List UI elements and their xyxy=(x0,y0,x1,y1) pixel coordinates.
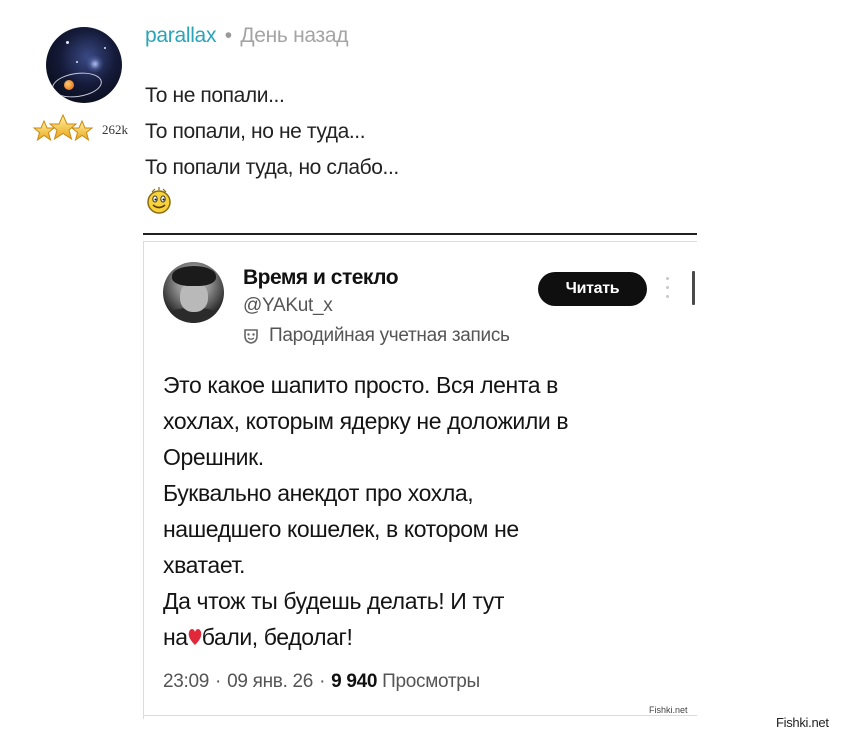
comment-line: То не попали... xyxy=(145,84,285,107)
views-label: Просмотры xyxy=(382,671,480,692)
post-date: 09 янв. 26 xyxy=(227,671,314,692)
post-meta: 23:09 · 09 янв. 26 · 9 940 Просмотры xyxy=(163,671,480,693)
avatar-galaxy xyxy=(86,55,104,73)
post-line-suffix: бали, бедолаг! xyxy=(201,624,353,650)
scrollbar-thumb xyxy=(692,271,695,305)
more-options-icon xyxy=(665,273,671,301)
username-link[interactable]: parallax xyxy=(145,24,216,47)
smiley-icon xyxy=(147,187,171,214)
site-watermark: Fishki.net xyxy=(776,715,829,730)
post-time: 23:09 xyxy=(163,671,210,692)
avatar-orbit xyxy=(50,69,104,101)
post-author-avatar xyxy=(163,262,224,323)
post-text: Это какое шапито просто. Вся лента в хох… xyxy=(163,367,693,655)
post-line: Орешник. xyxy=(163,444,264,470)
red-heart-icon xyxy=(188,629,201,645)
divider xyxy=(143,241,697,242)
header-separator: • xyxy=(224,24,232,47)
meta-dot: · xyxy=(215,671,222,692)
follow-button: Читать xyxy=(538,272,647,306)
comment-timestamp: День назад xyxy=(240,24,349,47)
comment-header: parallax • День назад xyxy=(145,24,349,48)
views-count: 9 940 xyxy=(331,671,378,692)
user-avatar[interactable] xyxy=(46,27,122,103)
parody-account-label: Пародийная учетная запись xyxy=(243,325,510,347)
meta-dot: · xyxy=(319,671,326,692)
parody-label-text: Пародийная учетная запись xyxy=(269,325,510,346)
user-rank: 262k xyxy=(32,113,128,147)
comment-line: То попали туда, но слабо... xyxy=(145,156,399,179)
avatar-hair xyxy=(172,266,216,286)
three-gold-stars-icon xyxy=(32,113,94,142)
post-author-name: Время и стекло xyxy=(243,266,399,289)
post-author-handle: @YAKut_x xyxy=(243,295,333,316)
post-line: хохлах, которым ядерку не доложили в xyxy=(163,408,569,434)
avatar-star xyxy=(76,61,78,63)
rank-count: 262k xyxy=(102,122,128,137)
avatar-planet xyxy=(64,80,74,90)
divider xyxy=(143,241,144,719)
avatar-star xyxy=(66,41,69,44)
avatar-star xyxy=(104,47,106,49)
comment-body: То не попали... То попали, но не туда...… xyxy=(145,78,705,186)
post-line: хватает. xyxy=(163,552,246,578)
post-line: Буквально анекдот про хохла, xyxy=(163,480,474,506)
post-line: Это какое шапито просто. Вся лента в xyxy=(163,372,558,398)
divider xyxy=(143,715,697,716)
post-line: нашедшего кошелек, в котором не xyxy=(163,516,519,542)
post-line: Да чтож ты будешь делать! И тут xyxy=(163,588,505,614)
embedded-post-image: Время и стекло @YAKut_x Пародийная учетн… xyxy=(143,233,697,719)
parody-mask-icon xyxy=(244,329,258,344)
comment-line: То попали, но не туда... xyxy=(145,120,366,143)
post-line-prefix: на xyxy=(163,624,188,650)
embedded-watermark: Fishki.net xyxy=(649,705,688,715)
avatar-face xyxy=(180,282,208,312)
post-line-last: на бали, бедолаг! xyxy=(163,619,693,655)
